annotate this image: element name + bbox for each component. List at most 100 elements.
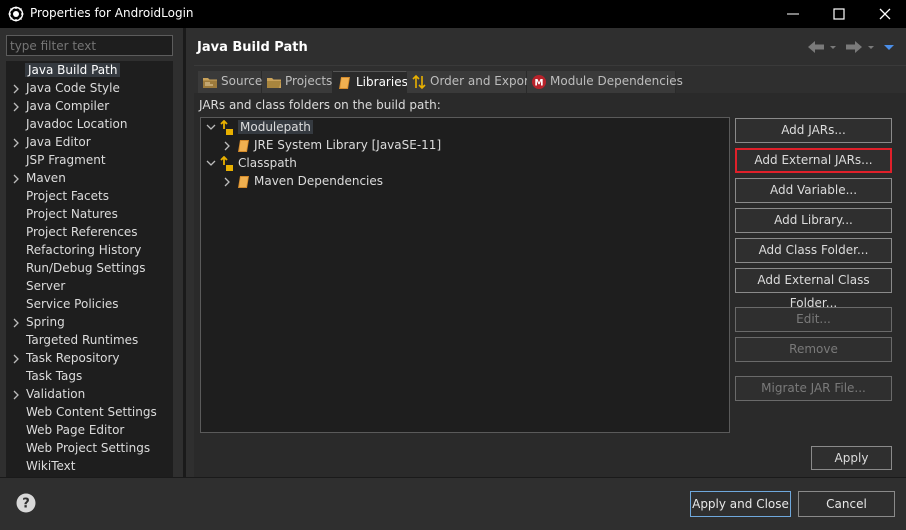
apply-button[interactable]: Apply [811,446,892,470]
back-arrow-icon[interactable] [806,39,828,55]
tree-node-label: Classpath [238,156,297,170]
header-separator [194,65,906,66]
sidebar-item[interactable]: Validation [6,386,173,404]
classpath-container-icon [220,120,233,135]
main-panel: Java Build Path Source Projects Librarie… [186,28,906,477]
tree-node[interactable]: JRE System Library [JavaSE-11] [201,137,721,155]
filter-input[interactable] [6,35,173,56]
tab-order-and-export[interactable]: Order and Export [407,71,534,93]
chevron-down-icon[interactable] [206,158,216,170]
sidebar-item[interactable]: Java Editor [6,134,173,152]
sidebar-item[interactable]: Maven [6,170,173,188]
svg-text:M: M [535,79,544,89]
sidebar-item[interactable]: Project Natures [6,206,173,224]
sidebar-item[interactable]: Project Facets [6,188,173,206]
sidebar-item[interactable]: Run/Debug Settings [6,260,173,278]
add-external-class-folder-button[interactable]: Add External Class Folder... [735,268,892,310]
sidebar-item[interactable]: Web Project Settings [6,440,173,458]
sidebar-item-label: Project Natures [26,207,118,221]
tree-node[interactable]: Maven Dependencies [201,173,721,191]
chevron-right-icon[interactable] [12,137,20,149]
apply-and-close-button[interactable]: Apply and Close [690,491,791,517]
sidebar-item-label: Maven [26,171,66,185]
tab-module-dependencies[interactable]: M Module Dependencies [527,71,683,93]
edit-button[interactable]: Edit... [735,307,892,332]
sidebar-item-label: Validation [26,387,86,401]
page-title: Java Build Path [197,40,308,55]
tab-bar: Source Projects Libraries Order and Expo… [198,71,683,93]
chevron-down-icon[interactable] [206,122,216,134]
sidebar-item[interactable]: Java Code Style [6,80,173,98]
sidebar-scrollbar[interactable] [173,61,178,477]
minimize-button[interactable] [770,0,816,28]
chevron-right-icon[interactable] [222,176,232,188]
sidebar-item-label: Task Tags [26,369,83,383]
chevron-right-icon[interactable] [12,317,20,329]
back-dropdown-icon[interactable] [829,39,837,55]
sidebar-item-label: Project Facets [26,189,109,203]
chevron-right-icon[interactable] [12,83,20,95]
module-m-icon: M [532,75,546,89]
sidebar-item[interactable]: Web Content Settings [6,404,173,422]
add-jars-button[interactable]: Add JARs... [735,118,892,143]
chevron-right-icon[interactable] [12,101,20,113]
add-variable-button[interactable]: Add Variable... [735,178,892,203]
sidebar-item[interactable]: Server [6,278,173,296]
cancel-button[interactable]: Cancel [798,491,895,517]
sidebar-item[interactable]: Project References [6,224,173,242]
add-library-button[interactable]: Add Library... [735,208,892,233]
sidebar-item-label: Java Build Path [25,63,121,77]
order-arrows-icon [412,74,426,90]
chevron-right-icon[interactable] [222,140,232,152]
sidebar-item-label: JSP Fragment [26,153,106,167]
sidebar-item[interactable]: Java Build Path [6,62,173,80]
forward-dropdown-icon[interactable] [867,39,875,55]
sidebar-item[interactable]: WikiText [6,458,173,476]
sidebar-item-label: Refactoring History [26,243,142,257]
sidebar-item-label: Server [26,279,66,293]
tab-libraries[interactable]: Libraries [333,71,408,93]
chevron-right-icon[interactable] [12,353,20,365]
classpath-container-icon [220,156,233,171]
add-class-folder-button[interactable]: Add Class Folder... [735,238,892,263]
close-button[interactable] [862,0,906,28]
forward-arrow-icon[interactable] [842,39,864,55]
sidebar-item-label: Web Project Settings [26,441,151,455]
remove-button[interactable]: Remove [735,337,892,362]
sidebar-item[interactable]: Web Page Editor [6,422,173,440]
view-menu-icon[interactable] [883,39,895,55]
minimize-icon [787,13,799,15]
tree-node[interactable]: Classpath [201,155,721,173]
build-path-tree[interactable]: Modulepath JRE System Library [JavaSE-11]… [200,117,730,433]
migrate-jar-button[interactable]: Migrate JAR File... [735,376,892,401]
add-external-jars-button[interactable]: Add External JARs... [735,148,892,173]
maximize-button[interactable] [816,0,862,28]
sidebar-item[interactable]: Task Tags [6,368,173,386]
projects-folder-icon [267,78,281,88]
tree-node[interactable]: Modulepath [201,119,721,137]
sidebar-item[interactable]: Refactoring History [6,242,173,260]
sidebar-item[interactable]: Javadoc Location [6,116,173,134]
sidebar-item-label: Javadoc Location [26,117,128,131]
chevron-right-icon[interactable] [12,389,20,401]
sidebar-item[interactable]: Service Policies [6,296,173,314]
sidebar: Java Build Path Java Code Style Java Compi… [0,28,183,477]
sidebar-item-label: Targeted Runtimes [26,333,139,347]
sidebar-item[interactable]: JSP Fragment [6,152,173,170]
tree-node-label: Modulepath [238,120,313,134]
window-title: Properties for AndroidLogin [30,6,194,20]
build-path-label: JARs and class folders on the build path… [199,98,441,112]
sidebar-item[interactable]: Task Repository [6,350,173,368]
sidebar-item-label: Spring [26,315,65,329]
library-book-icon [238,176,249,188]
sidebar-item[interactable]: Java Compiler [6,98,173,116]
tab-projects[interactable]: Projects [262,71,333,93]
tab-source[interactable]: Source [198,71,262,93]
category-tree: Java Build Path Java Code Style Java Compi… [6,61,173,477]
sidebar-item-label: WikiText [26,459,76,473]
sidebar-item-label: Run/Debug Settings [26,261,146,275]
help-question-icon[interactable]: ? [16,493,36,513]
sidebar-item[interactable]: Targeted Runtimes [6,332,173,350]
chevron-right-icon[interactable] [12,173,20,185]
sidebar-item[interactable]: Spring [6,314,173,332]
